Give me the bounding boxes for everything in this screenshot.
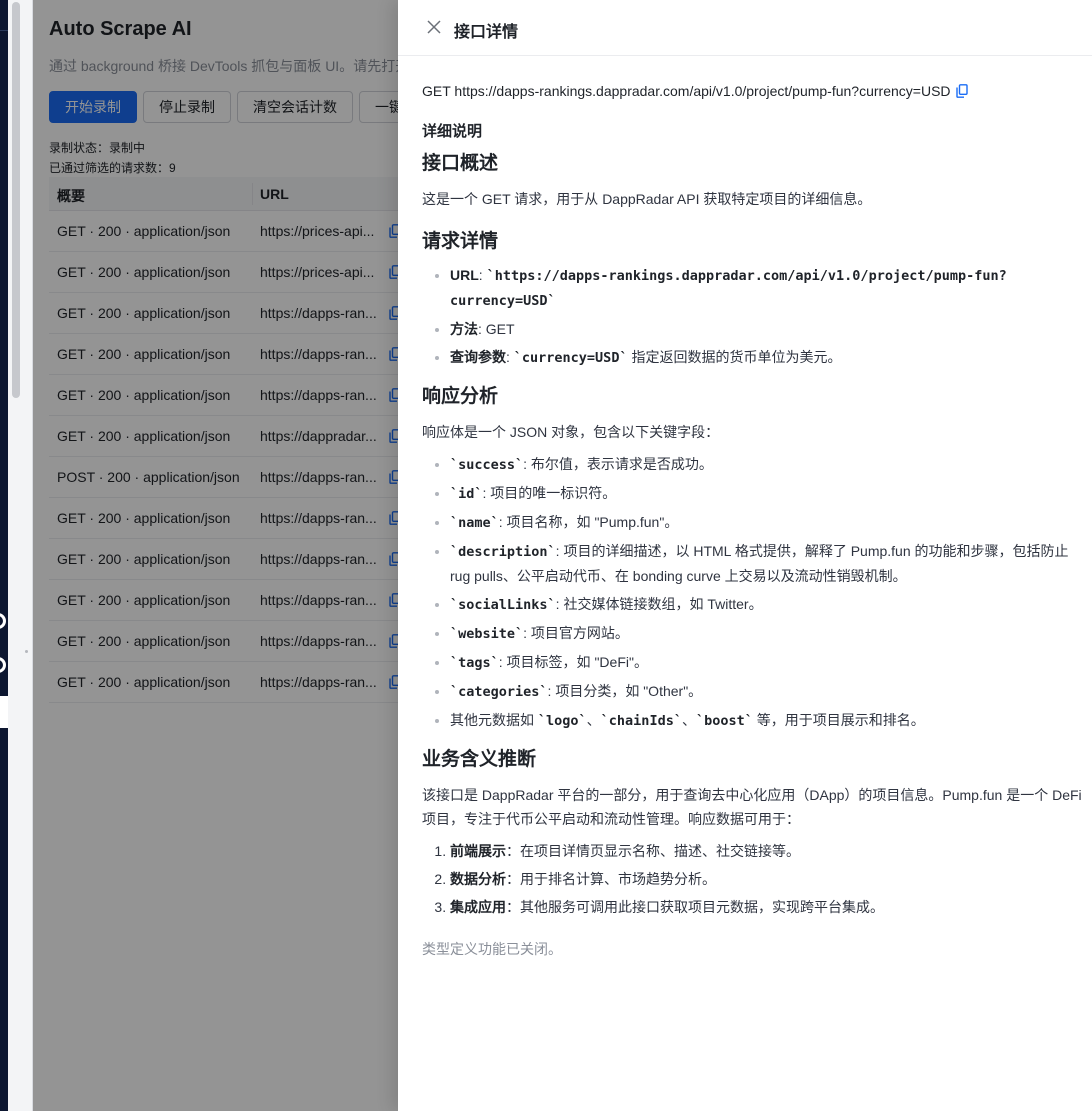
response-fields-list: `success`: 布尔值，表示请求是否成功。`id`: 项目的唯一标识符。`… bbox=[422, 452, 1086, 704]
separator: : bbox=[478, 267, 487, 283]
field-description: : 社交媒体链接数组，如 Twitter。 bbox=[555, 596, 763, 612]
heading-business-meaning: 业务含义推断 bbox=[422, 749, 537, 770]
list-item: 方法: GET bbox=[450, 317, 1086, 341]
drawer-title: 接口详情 bbox=[454, 24, 519, 41]
uses-list: 前端展示：在项目详情页显示名称、描述、社交链接等。数据分析：用于排名计算、市场趋… bbox=[422, 839, 1086, 919]
use-description: ：在项目详情页显示名称、描述、社交链接等。 bbox=[506, 843, 800, 859]
field-code: `socialLinks` bbox=[450, 597, 556, 613]
type-definition-note: 类型定义功能已关闭。 bbox=[422, 941, 562, 957]
label-url: URL bbox=[450, 267, 479, 283]
code-boost: `boost` bbox=[695, 713, 753, 729]
field-code: `id` bbox=[450, 486, 483, 502]
text: 、 bbox=[681, 712, 696, 728]
list-item: 前端展示：在项目详情页显示名称、描述、社交链接等。 bbox=[450, 839, 1086, 863]
paragraph-response: 响应体是一个 JSON 对象，包含以下关键字段： bbox=[422, 424, 720, 440]
paragraph-overview: 这是一个 GET 请求，用于从 DappRadar API 获取特定项目的详细信… bbox=[422, 191, 872, 207]
request-line-text: GET https://dapps-rankings.dappradar.com… bbox=[422, 83, 951, 99]
text: 、 bbox=[586, 712, 601, 728]
use-description: ：用于排名计算、市场趋势分析。 bbox=[506, 871, 716, 887]
host-white-block bbox=[0, 696, 8, 728]
list-item: `tags`: 项目标签，如 "DeFi"。 bbox=[450, 650, 1086, 675]
detail-drawer: 接口详情 GET https://dapps-rankings.dapprada… bbox=[398, 0, 1092, 1111]
field-code: `description` bbox=[450, 544, 556, 560]
code-chainids: `chainIds` bbox=[600, 713, 682, 729]
field-description: : 项目名称，如 "Pump.fun"。 bbox=[498, 514, 679, 530]
list-item: `name`: 项目名称，如 "Pump.fun"。 bbox=[450, 510, 1086, 535]
list-item: `categories`: 项目分类，如 "Other"。 bbox=[450, 679, 1086, 704]
use-label: 数据分析 bbox=[450, 871, 506, 887]
modal-overlay[interactable] bbox=[33, 0, 398, 1111]
field-description: : 项目官方网站。 bbox=[523, 625, 629, 641]
field-description: : 布尔值，表示请求是否成功。 bbox=[523, 456, 713, 472]
list-item: 查询参数: `currency=USD` 指定返回数据的货币单位为美元。 bbox=[450, 345, 1086, 370]
request-line: GET https://dapps-rankings.dappradar.com… bbox=[422, 80, 1086, 102]
field-description: : 项目标签，如 "DeFi"。 bbox=[498, 654, 648, 670]
list-item: 其他元数据如 `logo`、`chainIds`、`boost` 等，用于项目展… bbox=[450, 708, 1086, 733]
method-value: : GET bbox=[478, 321, 515, 337]
code-url: `https://dapps-rankings.dappradar.com/ap… bbox=[450, 268, 1007, 309]
drawer-body: GET https://dapps-rankings.dappradar.com… bbox=[422, 80, 1086, 959]
other-metadata-list: 其他元数据如 `logo`、`chainIds`、`boost` 等，用于项目展… bbox=[422, 708, 1086, 733]
use-label: 集成应用 bbox=[450, 899, 506, 915]
heading-response-analysis: 响应分析 bbox=[422, 386, 499, 407]
resize-handle[interactable] bbox=[25, 650, 28, 653]
list-item: `website`: 项目官方网站。 bbox=[450, 621, 1086, 646]
markdown-content: 接口概述 这是一个 GET 请求，用于从 DappRadar API 获取特定项… bbox=[422, 151, 1086, 919]
use-label: 前端展示 bbox=[450, 843, 506, 859]
list-item: 数据分析：用于排名计算、市场趋势分析。 bbox=[450, 867, 1086, 891]
drawer-header: 接口详情 bbox=[398, 0, 1092, 56]
list-item: URL: `https://dapps-rankings.dappradar.c… bbox=[450, 263, 1086, 313]
heading-request-details: 请求详情 bbox=[422, 231, 499, 252]
section-title-details: 详细说明 bbox=[422, 123, 483, 140]
host-circle-icon bbox=[0, 613, 6, 629]
field-code: `categories` bbox=[450, 684, 548, 700]
code-query: `currency=USD` bbox=[513, 350, 628, 366]
scrollbar-thumb[interactable] bbox=[12, 2, 20, 398]
panel-scrollbar[interactable] bbox=[8, 0, 33, 1111]
request-details-list: URL: `https://dapps-rankings.dappradar.c… bbox=[422, 263, 1086, 370]
list-item: `description`: 项目的详细描述，以 HTML 格式提供，解释了 P… bbox=[450, 539, 1086, 588]
list-item: 集成应用：其他服务可调用此接口获取项目元数据，实现跨平台集成。 bbox=[450, 895, 1086, 919]
field-code: `tags` bbox=[450, 655, 499, 671]
host-page-strip bbox=[0, 0, 8, 1111]
field-code: `name` bbox=[450, 515, 499, 531]
separator: : bbox=[506, 349, 514, 365]
list-item: `success`: 布尔值，表示请求是否成功。 bbox=[450, 452, 1086, 477]
list-item: `socialLinks`: 社交媒体链接数组，如 Twitter。 bbox=[450, 592, 1086, 617]
copy-icon[interactable] bbox=[955, 84, 968, 98]
query-description: 指定返回数据的货币单位为美元。 bbox=[627, 349, 842, 365]
host-circle-icon bbox=[0, 657, 6, 673]
paragraph-business: 该接口是 DappRadar 平台的一部分，用于查询去中心化应用（DApp）的项… bbox=[422, 787, 1082, 827]
close-icon[interactable] bbox=[426, 19, 442, 35]
host-divider bbox=[0, 30, 8, 31]
field-description: : 项目分类，如 "Other"。 bbox=[547, 683, 703, 699]
list-item: `id`: 项目的唯一标识符。 bbox=[450, 481, 1086, 506]
text: 等，用于项目展示和排名。 bbox=[752, 712, 925, 728]
heading-overview: 接口概述 bbox=[422, 153, 499, 174]
label-method: 方法 bbox=[450, 321, 478, 337]
use-description: ：其他服务可调用此接口获取项目元数据，实现跨平台集成。 bbox=[506, 899, 884, 915]
code-logo: `logo` bbox=[537, 713, 587, 729]
field-description: : 项目的唯一标识符。 bbox=[482, 485, 617, 501]
label-query: 查询参数 bbox=[450, 349, 506, 365]
text: 其他元数据如 bbox=[450, 712, 538, 728]
field-code: `success` bbox=[450, 457, 524, 473]
field-code: `website` bbox=[450, 626, 524, 642]
